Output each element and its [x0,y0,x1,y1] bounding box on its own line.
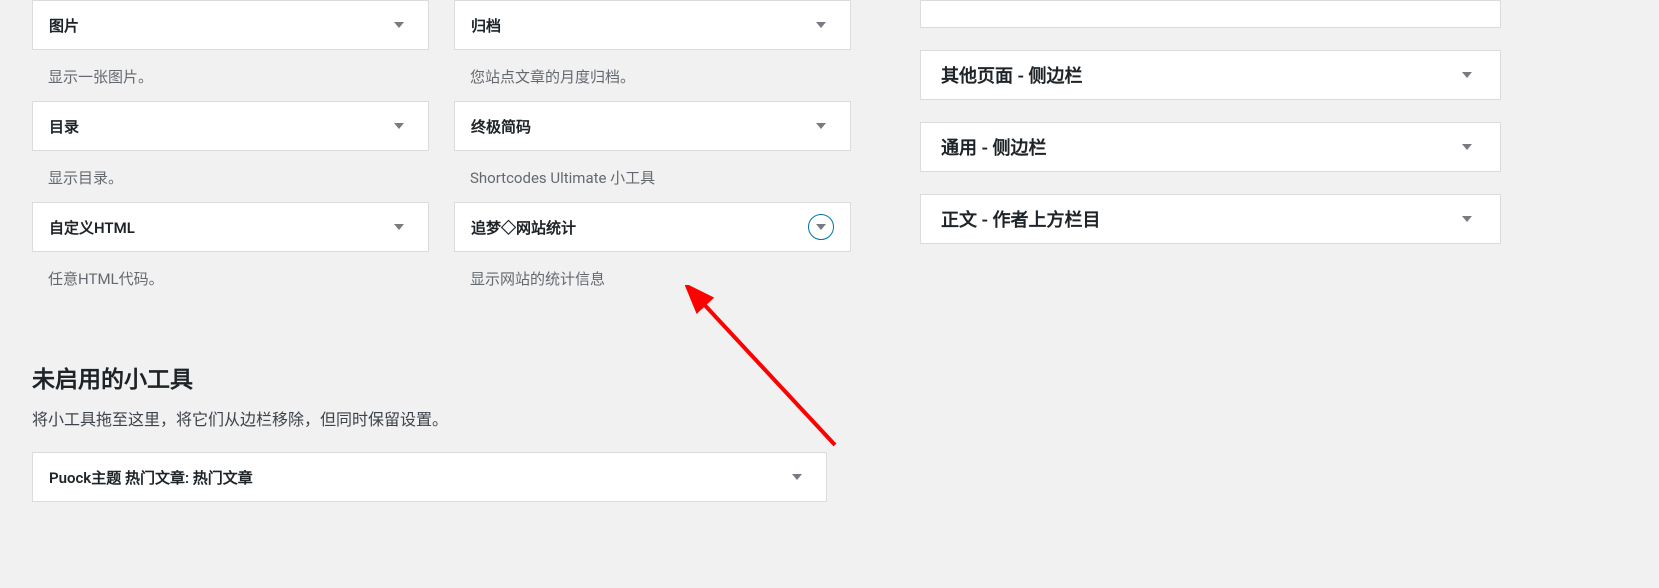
inactive-widgets-heading: 未启用的小工具 [32,360,860,394]
sidebar-title: 通用 - 侧边栏 [941,134,1047,160]
sidebar-area-other-pages[interactable]: 其他页面 - 侧边栏 [920,50,1501,100]
chevron-down-icon[interactable] [808,12,834,38]
chevron-down-icon[interactable] [386,113,412,139]
chevron-down-icon[interactable] [808,113,834,139]
available-widgets-panel: 图片 显示一张图片。 目录 显示目录。 自定义HTML 任意HTML代码。 归档 [0,0,860,502]
widget-title: 图片 [49,15,79,36]
widget-description: 您站点文章的月度归档。 [454,50,851,101]
widget-image[interactable]: 图片 [32,0,429,50]
widget-title: Puock主题 热门文章: 热门文章 [49,467,253,488]
chevron-down-icon[interactable] [784,464,810,490]
sidebar-title: 其他页面 - 侧边栏 [941,62,1083,88]
widget-description: 显示网站的统计信息 [454,252,851,303]
chevron-down-icon[interactable] [386,214,412,240]
widget-column-left: 图片 显示一张图片。 目录 显示目录。 自定义HTML 任意HTML代码。 [32,0,429,303]
widget-description: 显示一张图片。 [32,50,429,101]
sidebar-title: 正文 - 作者上方栏目 [941,206,1101,232]
widget-title: 追梦◇网站统计 [471,217,576,238]
widget-title: 归档 [471,15,501,36]
chevron-down-icon[interactable] [386,12,412,38]
widget-title: 终极简码 [471,116,531,137]
widget-description: 显示目录。 [32,151,429,202]
widget-shortcodes[interactable]: 终极简码 [454,101,851,151]
widget-title: 目录 [49,116,79,137]
sidebar-area-empty[interactable] [920,0,1501,28]
sidebar-area-general[interactable]: 通用 - 侧边栏 [920,122,1501,172]
chevron-down-icon[interactable] [1454,62,1480,88]
widget-custom-html[interactable]: 自定义HTML [32,202,429,252]
sidebar-areas-panel: 其他页面 - 侧边栏 通用 - 侧边栏 正文 - 作者上方栏目 [860,0,1560,502]
chevron-down-icon[interactable] [1454,134,1480,160]
widget-column-right: 归档 您站点文章的月度归档。 终极简码 Shortcodes Ultimate … [454,0,851,303]
chevron-down-icon[interactable] [808,214,834,240]
chevron-down-icon[interactable] [1454,206,1480,232]
sidebar-area-author-top[interactable]: 正文 - 作者上方栏目 [920,194,1501,244]
widget-toc[interactable]: 目录 [32,101,429,151]
widget-archive[interactable]: 归档 [454,0,851,50]
widget-title: 自定义HTML [49,217,135,238]
widget-description: Shortcodes Ultimate 小工具 [454,151,851,202]
widget-site-stats[interactable]: 追梦◇网站统计 [454,202,851,252]
inactive-widget-item[interactable]: Puock主题 热门文章: 热门文章 [32,452,827,502]
widget-description: 任意HTML代码。 [32,252,429,303]
inactive-widgets-desc: 将小工具拖至这里，将它们从边栏移除，但同时保留设置。 [32,406,860,430]
